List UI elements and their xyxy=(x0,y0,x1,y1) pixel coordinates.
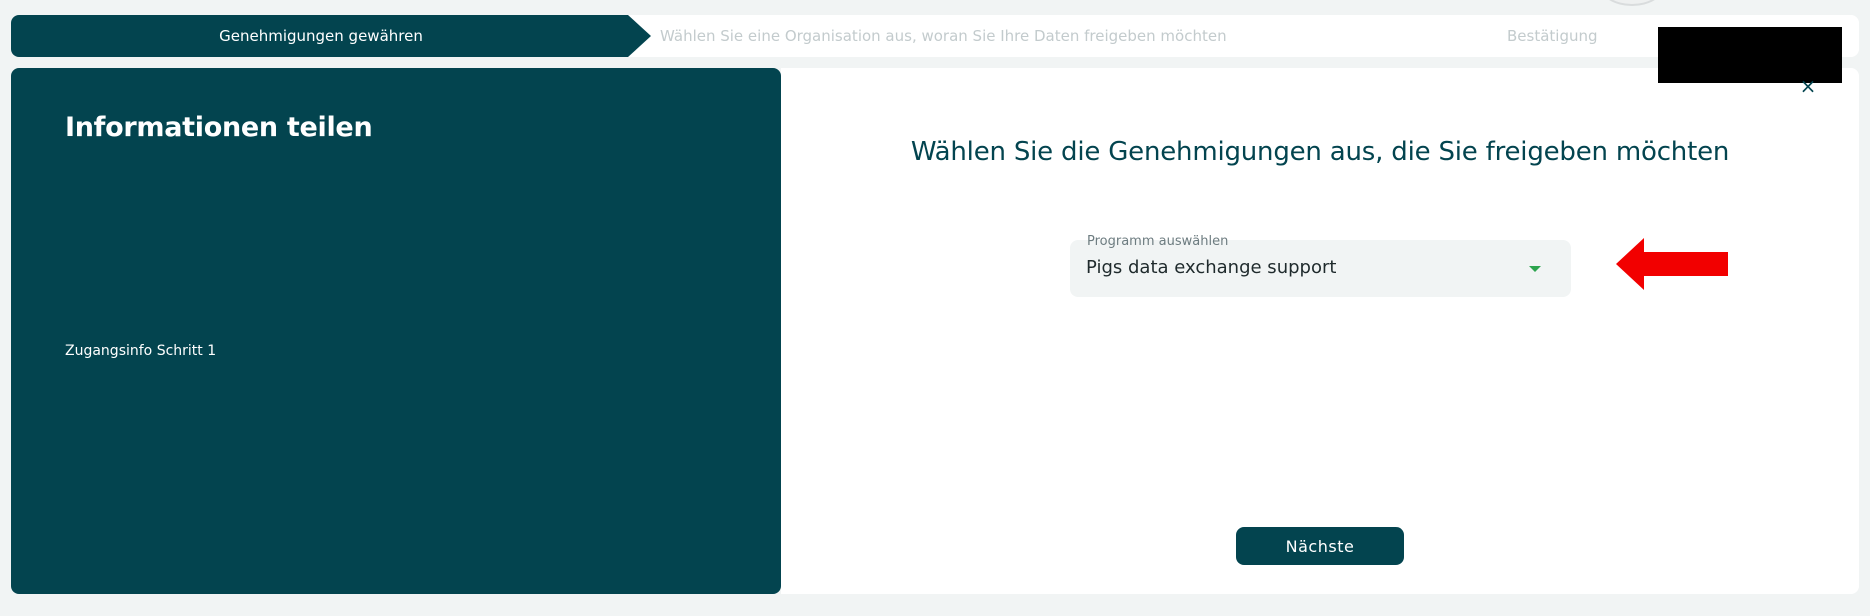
info-panel-title: Informationen teilen xyxy=(65,112,373,143)
red-arrow-icon xyxy=(1616,238,1728,290)
step-choose-organization[interactable]: Wählen Sie eine Organisation aus, woran … xyxy=(660,15,1227,57)
close-button[interactable]: × xyxy=(1798,76,1818,96)
info-panel: Informationen teilen Zugangsinfo Schritt… xyxy=(11,68,781,594)
program-select-label: Programm auswählen xyxy=(1087,234,1229,249)
step-label: Bestätigung xyxy=(1507,27,1598,45)
program-select-value: Pigs data exchange support xyxy=(1086,257,1337,278)
next-button[interactable]: Nächste xyxy=(1236,527,1404,565)
step-label: Wählen Sie eine Organisation aus, woran … xyxy=(660,27,1227,45)
program-select[interactable]: Programm auswählen Pigs data exchange su… xyxy=(1070,234,1571,297)
avatar[interactable] xyxy=(1600,0,1664,6)
step-grant-permissions[interactable]: Genehmigungen gewähren xyxy=(11,15,651,57)
step-confirmation[interactable]: Bestätigung xyxy=(1507,15,1598,57)
caret-down-icon[interactable] xyxy=(1529,266,1541,272)
page-title: Wählen Sie die Genehmigungen aus, die Si… xyxy=(910,137,1730,167)
info-panel-step-text: Zugangsinfo Schritt 1 xyxy=(65,343,217,359)
step-label: Genehmigungen gewähren xyxy=(219,27,423,45)
close-icon: × xyxy=(1799,74,1817,98)
progress-stepper: Genehmigungen gewähren Wählen Sie eine O… xyxy=(11,15,1859,57)
